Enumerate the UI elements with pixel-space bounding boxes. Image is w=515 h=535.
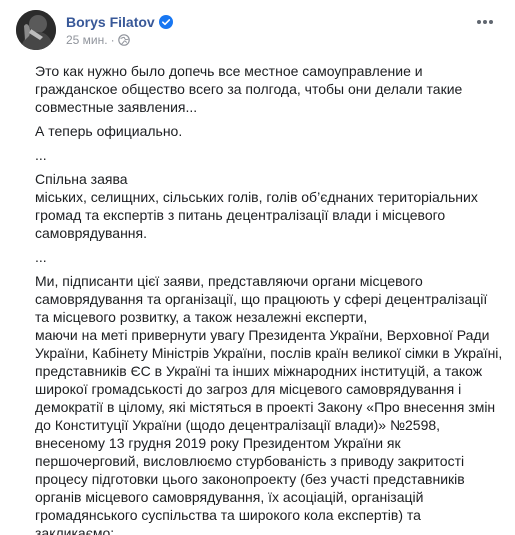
post-paragraph-statement-body: Ми, підписанти цієї заяви, представляючи… xyxy=(35,273,503,535)
meta-separator: · xyxy=(110,33,115,47)
avatar-image xyxy=(16,10,56,50)
post-header: Borys Filatov 25 мин. · xyxy=(16,10,503,54)
post-paragraph-intro: Это как нужно было допечь все местное са… xyxy=(35,63,463,115)
post-paragraph-ellipsis: ... xyxy=(35,147,47,163)
post-timestamp[interactable]: 25 мин. xyxy=(66,33,108,47)
post-paragraph-statement-title: Спільна заява міських, селищних, сільськ… xyxy=(35,171,478,241)
post-paragraph-official: А теперь официально. xyxy=(35,123,183,139)
avatar[interactable] xyxy=(16,10,56,50)
post-text: Это как нужно было допечь все местное са… xyxy=(35,62,503,535)
author-name-link[interactable]: Borys Filatov xyxy=(66,14,155,30)
author-name-line: Borys Filatov xyxy=(66,13,173,30)
facebook-post: Borys Filatov 25 мин. · Это как нужно бы… xyxy=(0,0,515,535)
verified-badge-icon xyxy=(158,15,173,29)
post-paragraph-ellipsis: ... xyxy=(35,249,47,265)
globe-icon[interactable] xyxy=(117,34,130,46)
post-meta: 25 мин. · xyxy=(66,32,130,47)
more-options-icon[interactable] xyxy=(473,14,497,30)
